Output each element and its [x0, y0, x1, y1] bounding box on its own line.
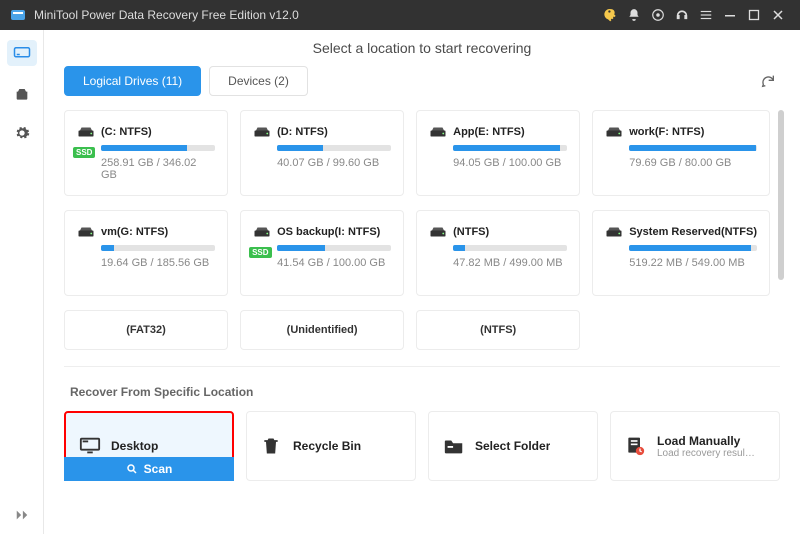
- key-icon[interactable]: [598, 0, 622, 30]
- location-select-folder[interactable]: Select Folder: [428, 411, 598, 481]
- locations-grid: Desktop Scan Recycle Bin Select Folder: [64, 411, 780, 481]
- hdd-icon: [605, 125, 623, 139]
- drive-capacity: 19.64 GB / 185.56 GB: [101, 257, 215, 269]
- drive-label: (Unidentified): [287, 324, 358, 336]
- drive-usage-bar: [101, 245, 215, 251]
- drive-label: (FAT32): [126, 324, 166, 336]
- drive-card[interactable]: (Unidentified): [240, 310, 404, 350]
- hdd-icon: [605, 225, 623, 239]
- drive-card[interactable]: (FAT32): [64, 310, 228, 350]
- tab-devices[interactable]: Devices (2): [209, 66, 308, 96]
- drive-card[interactable]: (NTFS): [416, 310, 580, 350]
- app-icon: [10, 7, 26, 23]
- drive-card[interactable]: (NTFS) 47.82 MB / 499.00 MB: [416, 210, 580, 296]
- load-sub: Load recovery result (*...: [657, 448, 757, 459]
- hdd-icon: [429, 125, 447, 139]
- location-recycle-bin[interactable]: Recycle Bin: [246, 411, 416, 481]
- drive-card[interactable]: OS backup(I: NTFS) SSD 41.54 GB / 100.00…: [240, 210, 404, 296]
- scrollbar[interactable]: [778, 110, 784, 350]
- main-panel: Select a location to start recovering Lo…: [44, 30, 800, 534]
- trash-icon: [261, 436, 283, 456]
- refresh-button[interactable]: [756, 69, 780, 93]
- hdd-icon: [429, 225, 447, 239]
- sidebar-expand-icon[interactable]: [15, 509, 29, 524]
- desktop-label: Desktop: [111, 439, 158, 453]
- folder-label: Select Folder: [475, 439, 550, 453]
- drive-capacity: 94.05 GB / 100.00 GB: [453, 157, 567, 169]
- drive-card[interactable]: (C: NTFS) SSD 258.91 GB / 346.02 GB: [64, 110, 228, 196]
- sidebar: [0, 30, 44, 534]
- load-icon: [625, 436, 647, 456]
- folder-icon: [443, 436, 465, 456]
- disc-icon[interactable]: [646, 0, 670, 30]
- menu-icon[interactable]: [694, 0, 718, 30]
- drive-label: App(E: NTFS): [453, 126, 524, 138]
- scrollbar-thumb[interactable]: [778, 110, 784, 280]
- drive-capacity: 258.91 GB / 346.02 GB: [101, 157, 215, 181]
- recover-section-title: Recover From Specific Location: [70, 385, 780, 399]
- drive-usage-bar: [101, 145, 215, 151]
- page-title: Select a location to start recovering: [64, 40, 780, 56]
- drive-card[interactable]: App(E: NTFS) 94.05 GB / 100.00 GB: [416, 110, 580, 196]
- tab-logical-drives[interactable]: Logical Drives (11): [64, 66, 201, 96]
- drive-usage-bar: [453, 245, 567, 251]
- drive-usage-bar: [277, 145, 391, 151]
- drive-card[interactable]: System Reserved(NTFS) 519.22 MB / 549.00…: [592, 210, 770, 296]
- tab-row: Logical Drives (11) Devices (2): [64, 66, 780, 96]
- maximize-button[interactable]: [742, 0, 766, 30]
- drive-label: work(F: NTFS): [629, 126, 704, 138]
- sidebar-toolbox[interactable]: [7, 80, 37, 106]
- headset-icon[interactable]: [670, 0, 694, 30]
- drive-capacity: 79.69 GB / 80.00 GB: [629, 157, 757, 169]
- scan-button[interactable]: Scan: [64, 457, 234, 481]
- drive-card[interactable]: vm(G: NTFS) 19.64 GB / 185.56 GB: [64, 210, 228, 296]
- drives-area: (C: NTFS) SSD 258.91 GB / 346.02 GB (D: …: [64, 110, 780, 350]
- load-label: Load Manually: [657, 434, 757, 448]
- drive-label: System Reserved(NTFS): [629, 226, 757, 238]
- desktop-icon: [79, 436, 101, 456]
- drive-card[interactable]: (D: NTFS) 40.07 GB / 99.60 GB: [240, 110, 404, 196]
- bell-icon[interactable]: [622, 0, 646, 30]
- drive-capacity: 519.22 MB / 549.00 MB: [629, 257, 757, 269]
- drive-label: (C: NTFS): [101, 126, 152, 138]
- ssd-badge: SSD: [73, 147, 95, 158]
- drive-usage-bar: [277, 245, 391, 251]
- sidebar-recovery[interactable]: [7, 40, 37, 66]
- drive-label: (D: NTFS): [277, 126, 328, 138]
- drive-capacity: 40.07 GB / 99.60 GB: [277, 157, 391, 169]
- divider: [64, 366, 780, 367]
- drive-capacity: 41.54 GB / 100.00 GB: [277, 257, 391, 269]
- ssd-badge: SSD: [249, 247, 271, 258]
- drive-usage-bar: [453, 145, 567, 151]
- drive-capacity: 47.82 MB / 499.00 MB: [453, 257, 567, 269]
- window-title: MiniTool Power Data Recovery Free Editio…: [34, 8, 598, 22]
- hdd-icon: [77, 125, 95, 139]
- location-desktop[interactable]: Desktop Scan: [64, 411, 234, 481]
- drive-usage-bar: [629, 245, 757, 251]
- drive-label: vm(G: NTFS): [101, 226, 168, 238]
- sidebar-settings[interactable]: [7, 120, 37, 146]
- recycle-label: Recycle Bin: [293, 439, 361, 453]
- close-button[interactable]: [766, 0, 790, 30]
- drive-label: (NTFS): [453, 226, 489, 238]
- drives-grid: (C: NTFS) SSD 258.91 GB / 346.02 GB (D: …: [64, 110, 780, 350]
- drive-card[interactable]: work(F: NTFS) 79.69 GB / 80.00 GB: [592, 110, 770, 196]
- hdd-icon: [77, 225, 95, 239]
- titlebar: MiniTool Power Data Recovery Free Editio…: [0, 0, 800, 30]
- drive-label: OS backup(I: NTFS): [277, 226, 380, 238]
- hdd-icon: [253, 125, 271, 139]
- hdd-icon: [253, 225, 271, 239]
- drive-label: (NTFS): [480, 324, 516, 336]
- location-load-manually[interactable]: Load Manually Load recovery result (*...: [610, 411, 780, 481]
- scan-label: Scan: [144, 462, 173, 476]
- drive-usage-bar: [629, 145, 757, 151]
- minimize-button[interactable]: [718, 0, 742, 30]
